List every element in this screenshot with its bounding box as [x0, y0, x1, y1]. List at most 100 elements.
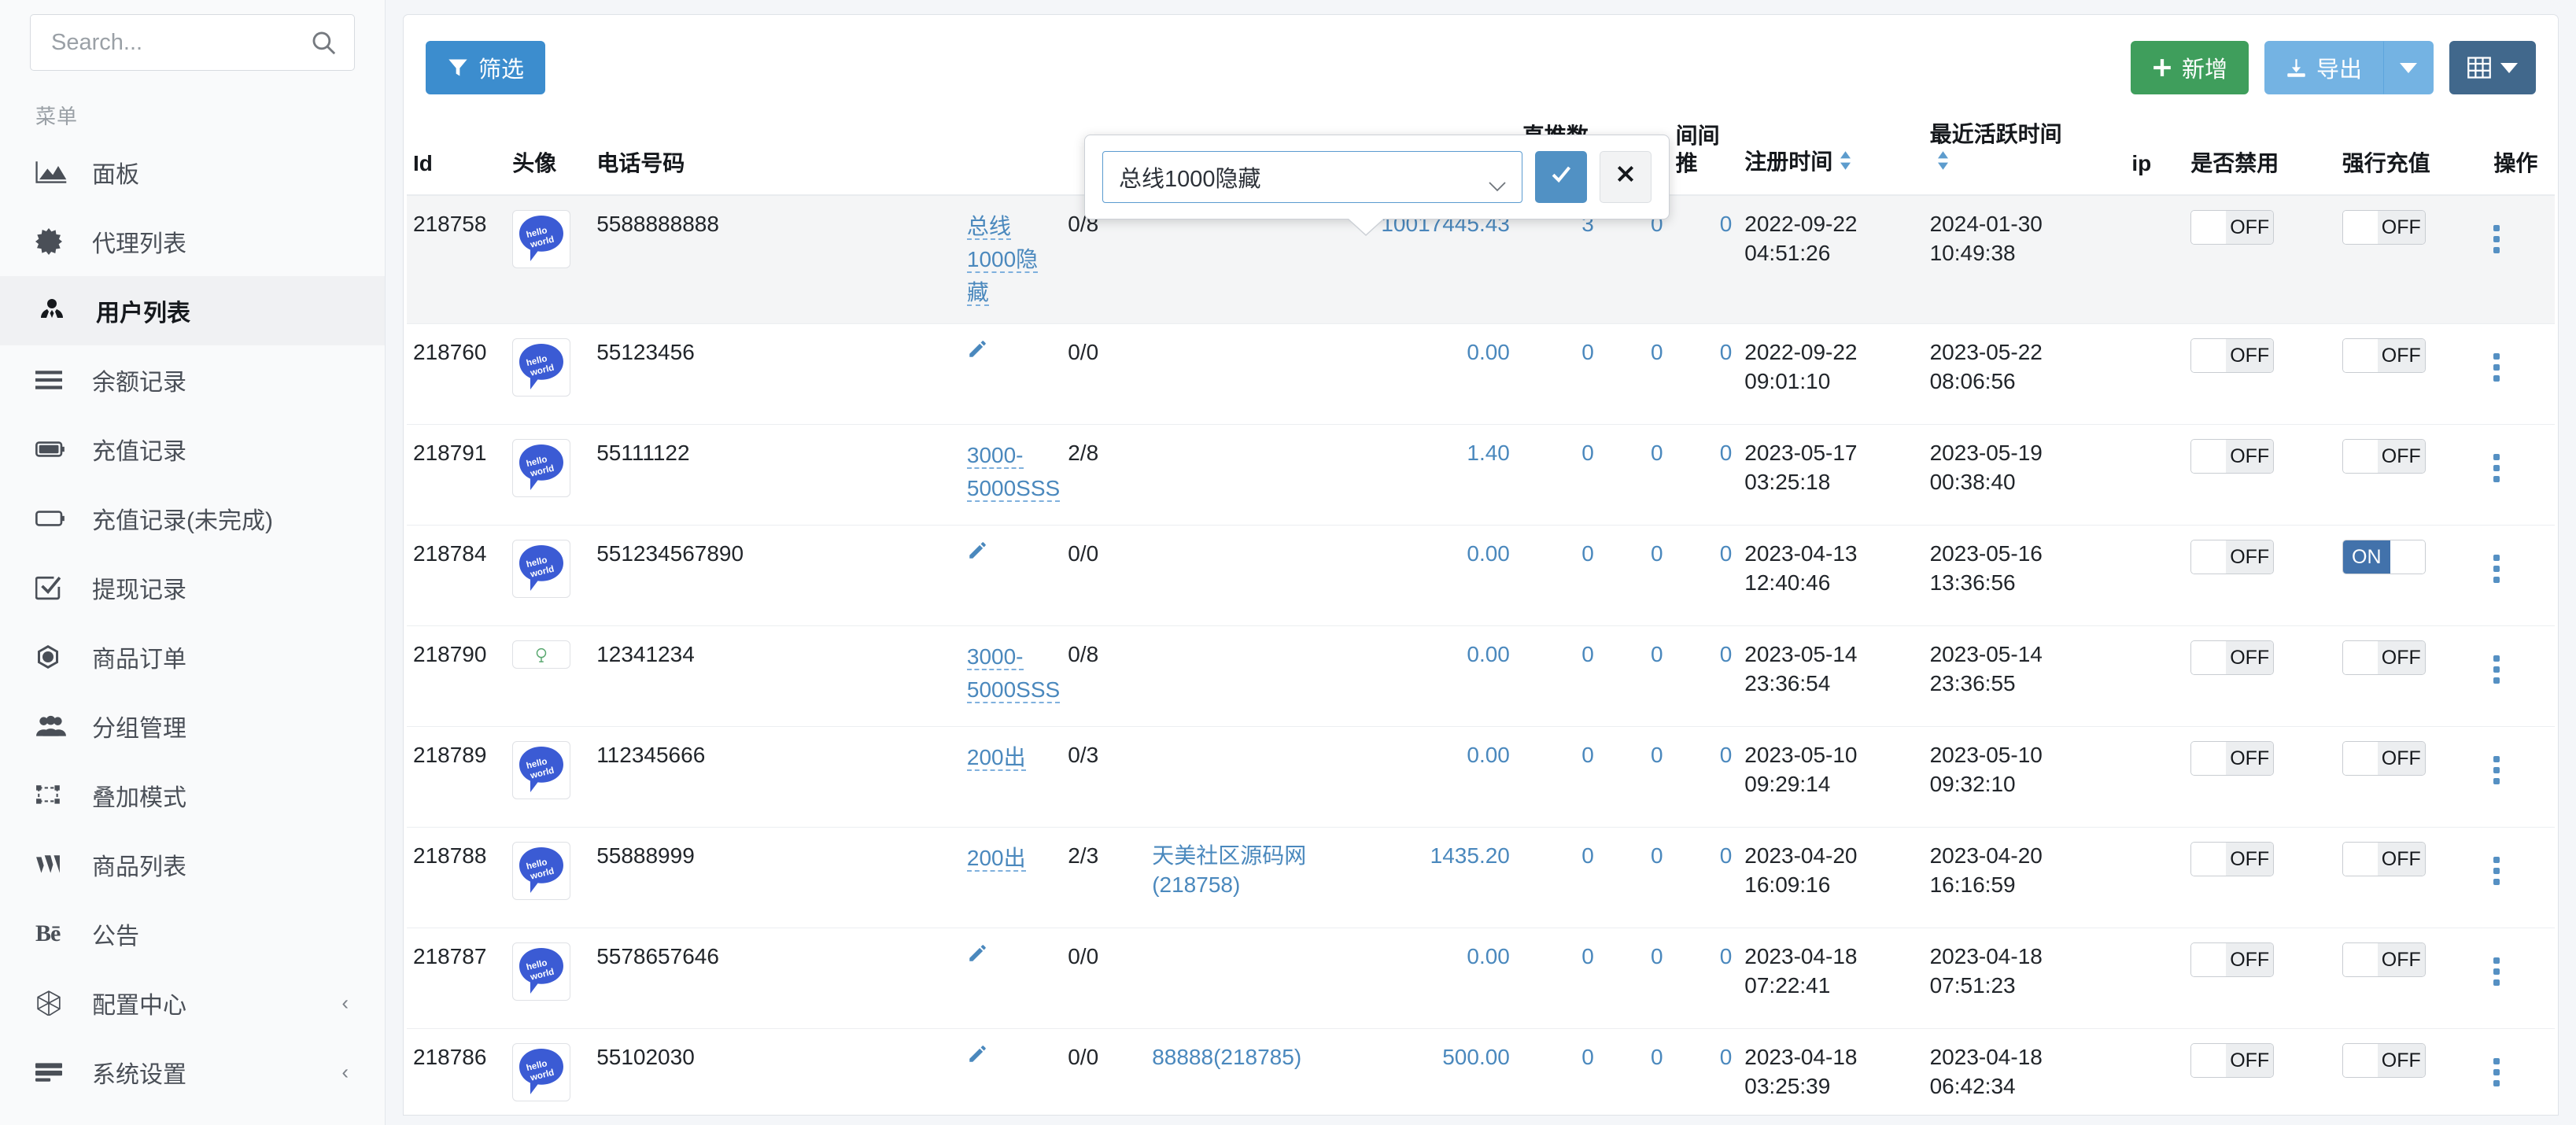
avatar[interactable]	[512, 640, 571, 669]
avatar[interactable]: hello world	[512, 338, 571, 397]
toggle-label: OFF	[2226, 339, 2274, 373]
export-button[interactable]: 导出	[2264, 41, 2383, 94]
cancel-button[interactable]	[1600, 151, 1652, 203]
table-row[interactable]: 218790 12341234 3000-5000SSS 0/8 0.00 0 0 0 202…	[407, 625, 2555, 728]
banned-toggle[interactable]: OFF	[2190, 741, 2275, 776]
sidebar-item-recharge-records[interactable]: 充值记录	[0, 415, 385, 484]
sidebar-item-system-settings[interactable]: 系统设置 ‹	[0, 1038, 385, 1107]
sidebar-item-stack-mode[interactable]: 叠加模式	[0, 761, 385, 830]
cell-reg-time: 2023-04-18 03:25:39	[1738, 1028, 1924, 1125]
plus-icon	[2152, 57, 2172, 78]
banned-toggle[interactable]: OFF	[2190, 842, 2275, 877]
col-reg-time[interactable]: 注册时间	[1738, 100, 1924, 197]
sidebar-item-panel[interactable]: 面板	[0, 138, 385, 207]
group-link[interactable]: 3000-5000SSS	[966, 644, 1061, 704]
col-force-recharge[interactable]: 强行充值	[2335, 100, 2488, 197]
table-row[interactable]: 218784 hello world 551234567890 0/0 0.00 0…	[407, 525, 2555, 627]
add-button[interactable]: 新增	[2130, 41, 2249, 94]
cell-ip	[2125, 525, 2185, 627]
col-id[interactable]: Id	[407, 100, 507, 197]
confirm-button[interactable]	[1535, 151, 1587, 203]
banned-toggle[interactable]: OFF	[2190, 439, 2275, 474]
sidebar-item-group-management[interactable]: 分组管理	[0, 692, 385, 761]
banned-toggle[interactable]: OFF	[2190, 210, 2275, 245]
vector-square-icon	[35, 780, 72, 810]
group-link[interactable]: 200出	[966, 846, 1026, 872]
row-menu-kebab-icon[interactable]	[2493, 857, 2500, 886]
row-menu-kebab-icon[interactable]	[2493, 655, 2500, 684]
force-recharge-toggle[interactable]: OFF	[2342, 640, 2426, 676]
edit-pencil-icon[interactable]	[967, 942, 987, 972]
row-menu-kebab-icon[interactable]	[2493, 555, 2500, 584]
sidebar-item-recharge-incomplete[interactable]: 充值记录(未完成)	[0, 484, 385, 553]
avatar[interactable]: hello world	[512, 1043, 571, 1102]
sidebar-item-agent-list[interactable]: 代理列表	[0, 207, 385, 276]
sidebar-item-withdraw-records[interactable]: 提现记录	[0, 553, 385, 622]
table-row[interactable]: 218789 hello world 112345666 200出 0/3 0.00 0…	[407, 726, 2555, 828]
col-active-time[interactable]: 最近活跃时间	[1923, 100, 2126, 197]
avatar[interactable]: hello world	[512, 540, 571, 599]
force-recharge-toggle[interactable]: OFF	[2342, 210, 2426, 245]
edit-pencil-icon[interactable]	[967, 540, 987, 569]
column-settings-button[interactable]	[2449, 41, 2536, 94]
col-phone[interactable]: 电话号码	[590, 100, 961, 197]
filter-button[interactable]: 筛选	[426, 41, 546, 94]
avatar[interactable]: hello world	[512, 439, 571, 498]
avatar[interactable]: hello world	[512, 210, 571, 269]
force-recharge-toggle[interactable]: OFF	[2342, 1043, 2426, 1079]
table-row[interactable]: 218791 hello world 55111122 3000-5000SSS 2…	[407, 424, 2555, 526]
sort-updown-icon[interactable]	[1936, 149, 1950, 177]
edit-pencil-icon[interactable]	[967, 1043, 987, 1072]
table-row[interactable]: 218788 hello world 55888999 200出 2/3 天美社区源码…	[407, 827, 2555, 929]
group-link[interactable]: 200出	[966, 745, 1026, 772]
sort-updown-icon[interactable]	[1839, 149, 1852, 177]
sidebar-item-balance-records[interactable]: 余额记录	[0, 345, 385, 415]
cell-indirect2: 0	[1669, 195, 1739, 325]
table-row[interactable]: 218787 hello world 5578657646 0/0 0.00 0 0 0…	[407, 928, 2555, 1030]
banned-toggle[interactable]: OFF	[2190, 942, 2275, 978]
row-menu-kebab-icon[interactable]	[2493, 1058, 2500, 1087]
force-recharge-toggle[interactable]: OFF	[2342, 842, 2426, 877]
sidebar-nav: 面板 代理列表 用户列表 余额记录 充值记录 充值记录(未完成) 提现记录 商品…	[0, 138, 385, 1107]
agent-link[interactable]: 88888(218785)	[1152, 1045, 1301, 1069]
row-menu-kebab-icon[interactable]	[2493, 454, 2500, 483]
export-dropdown-button[interactable]	[2383, 41, 2434, 94]
banned-toggle[interactable]: OFF	[2190, 540, 2275, 575]
sidebar-item-product-orders[interactable]: 商品订单	[0, 622, 385, 692]
col-indirect2[interactable]: 间间推	[1669, 100, 1739, 197]
group-link[interactable]: 3000-5000SSS	[966, 443, 1061, 503]
agent-link[interactable]: 天美社区源码网(218758)	[1152, 843, 1306, 897]
sidebar-item-product-list[interactable]: 商品列表	[0, 830, 385, 899]
edit-pencil-icon[interactable]	[967, 338, 987, 367]
search-box[interactable]	[30, 14, 355, 71]
search-input[interactable]	[31, 15, 354, 70]
banned-toggle[interactable]: OFF	[2190, 338, 2275, 374]
cell-id: 218760	[407, 323, 507, 426]
avatar[interactable]: hello world	[512, 842, 571, 901]
avatar[interactable]: hello world	[512, 741, 571, 800]
table-row[interactable]: 218760 hello world 55123456 0/0 0.00 0 0 0 20…	[407, 323, 2555, 426]
force-recharge-toggle[interactable]: OFF	[2342, 439, 2426, 474]
force-recharge-toggle[interactable]: OFF	[2342, 741, 2426, 776]
row-menu-kebab-icon[interactable]	[2493, 225, 2500, 254]
banned-toggle[interactable]: OFF	[2190, 640, 2275, 676]
group-select[interactable]: 总线1000隐藏	[1102, 151, 1522, 203]
row-menu-kebab-icon[interactable]	[2493, 353, 2500, 382]
force-recharge-toggle[interactable]: ON	[2342, 540, 2426, 575]
cell-reg-time: 2022-09-22 04:51:26	[1738, 195, 1924, 325]
row-menu-kebab-icon[interactable]	[2493, 756, 2500, 785]
sidebar-item-user-list[interactable]: 用户列表	[0, 276, 385, 345]
row-menu-kebab-icon[interactable]	[2493, 957, 2500, 987]
col-ip[interactable]: ip	[2125, 100, 2185, 197]
sidebar-item-config-center[interactable]: 配置中心 ‹	[0, 968, 385, 1038]
col-banned[interactable]: 是否禁用	[2184, 100, 2336, 197]
table-row[interactable]: 218786 hello world 55102030 0/0 88888(218…	[407, 1028, 2555, 1125]
avatar[interactable]: hello world	[512, 942, 571, 1001]
sidebar-item-announcement[interactable]: Bē 公告	[0, 899, 385, 968]
force-recharge-toggle[interactable]: OFF	[2342, 338, 2426, 374]
banned-toggle[interactable]: OFF	[2190, 1043, 2275, 1079]
force-recharge-toggle[interactable]: OFF	[2342, 942, 2426, 978]
toggle-knob	[2191, 1044, 2227, 1078]
sidebar-item-label: 商品订单	[92, 647, 186, 673]
group-link[interactable]: 总线1000隐藏	[966, 214, 1039, 307]
